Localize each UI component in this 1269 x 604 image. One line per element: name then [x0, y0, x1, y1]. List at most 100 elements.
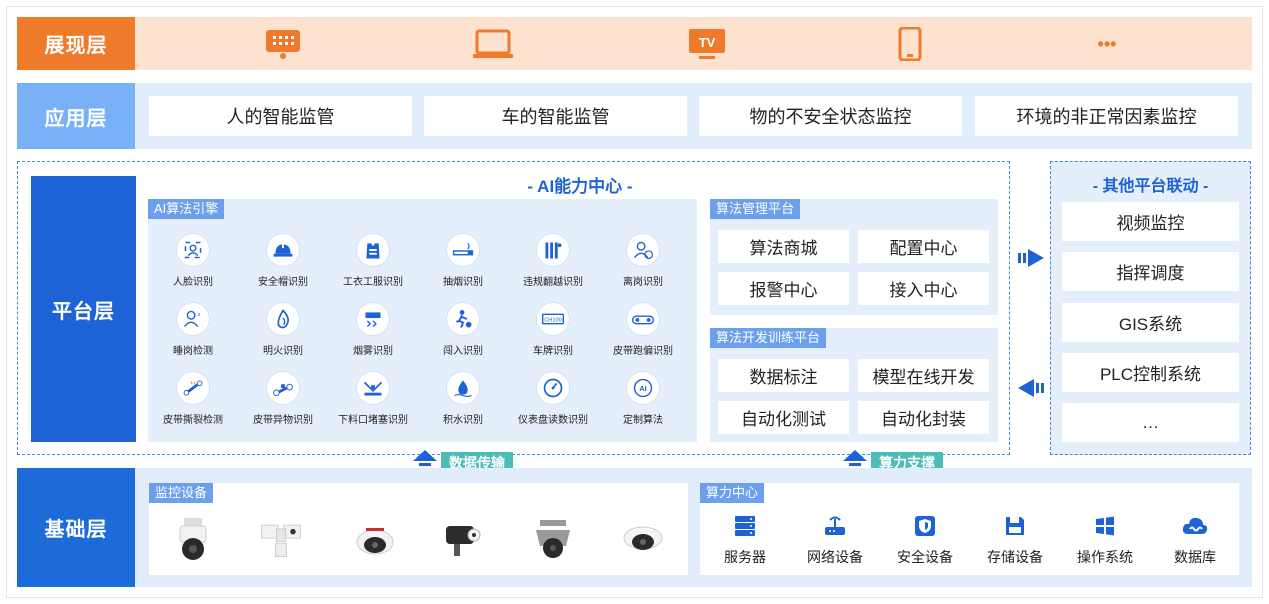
algorithm-item: 闯入识别	[418, 302, 508, 357]
algorithm-management-panel: 算法管理平台 算法商城 配置中心 报警中心 接入中心	[710, 199, 998, 315]
train-item-online-dev: 模型在线开发	[858, 359, 989, 392]
custom-algorithm-icon: AI	[626, 371, 660, 405]
compute-center-panel: 算力中心	[700, 483, 1239, 575]
compute-item-server: 服务器	[710, 514, 780, 567]
app-item-objects: 物的不安全状态监控	[699, 96, 962, 136]
train-item-annotation: 数据标注	[718, 359, 849, 392]
application-layer-label: 应用层	[17, 83, 135, 149]
mgmt-item-config: 配置中心	[858, 230, 989, 263]
compute-item-storage: 存储设备	[980, 514, 1050, 567]
compute-label: 存储设备	[987, 549, 1043, 565]
app-item-vehicle: 车的智能监管	[424, 96, 687, 136]
tv-label: TV	[699, 35, 716, 50]
algorithm-item: 明火识别	[238, 302, 328, 357]
other-item-command: 指挥调度	[1062, 252, 1239, 291]
algorithm-item: 皮带跑偏识别	[598, 302, 688, 357]
fire-icon	[266, 302, 300, 336]
algorithm-label: 安全帽识别	[258, 277, 308, 288]
algorithm-label: 闯入识别	[443, 346, 483, 357]
water-accumulation-icon	[446, 371, 480, 405]
algorithm-engine-tag: AI算法引擎	[148, 199, 225, 219]
dome-camera	[356, 528, 394, 555]
algorithm-item: 烟雾识别	[328, 302, 418, 357]
algorithm-item: 违规翻越识别	[508, 233, 598, 288]
server-icon	[735, 516, 755, 536]
algorithm-label: 皮带撕裂检测	[163, 415, 223, 426]
arrow-left-icon	[1018, 379, 1044, 397]
storage-icon	[1006, 517, 1024, 535]
other-item-more: …	[1062, 403, 1239, 442]
algorithm-item: 工衣工服识别	[328, 233, 418, 288]
smoking-icon	[446, 233, 480, 267]
other-platforms-title: - 其他平台联动 -	[1092, 178, 1209, 195]
belt-tear-icon	[176, 371, 210, 405]
ptz-dome-camera	[179, 518, 207, 560]
management-tag: 算法管理平台	[710, 199, 801, 219]
platform-layer-label: 平台层	[31, 176, 136, 442]
train-item-auto-test: 自动化测试	[718, 401, 849, 434]
app-item-environment: 环境的非正常因素监控	[975, 96, 1238, 136]
compute-label: 数据库	[1174, 549, 1216, 565]
presentation-layer-label: 展现层	[17, 17, 135, 70]
other-item-gis: GIS系统	[1062, 303, 1239, 342]
sleeping-icon: z	[176, 302, 210, 336]
compute-item-network: 网络设备	[800, 514, 870, 567]
work-uniform-icon	[356, 233, 390, 267]
compute-item-os: 操作系统	[1070, 514, 1140, 567]
compute-label: 服务器	[724, 549, 766, 565]
train-item-auto-package: 自动化封装	[858, 401, 989, 434]
algorithm-item: 仪表盘读数识别	[508, 371, 598, 426]
gauge-reading-icon	[536, 371, 570, 405]
chute-blockage-icon	[356, 371, 390, 405]
application-band: 人的智能监管 车的智能监管 物的不安全状态监控 环境的非正常因素监控	[135, 83, 1252, 149]
algorithm-label: 违规翻越识别	[523, 277, 583, 288]
tv-icon: TV	[687, 27, 727, 61]
belt-foreign-object-icon	[266, 371, 300, 405]
svg-text:AI: AI	[639, 384, 647, 393]
algorithm-label: 明火识别	[263, 346, 303, 357]
algorithm-item: AI 定制算法	[598, 371, 688, 426]
algorithm-label: 定制算法	[623, 415, 663, 426]
large-screen-icon	[263, 27, 303, 61]
compute-label: 网络设备	[807, 549, 863, 565]
algorithm-label: 车牌识别	[533, 346, 573, 357]
algorithm-label: 抽烟识别	[443, 277, 483, 288]
app-item-people: 人的智能监管	[149, 96, 412, 136]
mgmt-item-access: 接入中心	[858, 272, 989, 305]
compute-tag: 算力中心	[700, 483, 765, 503]
algorithm-label: 工衣工服识别	[343, 277, 403, 288]
windows-icon	[1096, 516, 1114, 536]
explosion-proof-camera	[536, 520, 570, 558]
face-recognition-icon	[176, 233, 210, 267]
phone-icon	[890, 27, 930, 61]
algorithm-item: 人脸识别	[148, 233, 238, 288]
mini-dome-camera	[623, 526, 663, 550]
algorithm-item: 下料口堵塞识别	[328, 371, 418, 426]
climbing-icon	[536, 233, 570, 267]
algorithm-label: 人脸识别	[173, 277, 213, 288]
algorithm-label: 离岗识别	[623, 277, 663, 288]
training-platform-panel: 算法开发训练平台 数据标注 模型在线开发 自动化测试 自动化封装	[710, 328, 998, 442]
algorithm-label: 睡岗检测	[173, 346, 213, 357]
algorithm-label: 下料口堵塞识别	[338, 415, 408, 426]
more-icon: •••	[1097, 33, 1117, 54]
algorithm-item: 皮带撕裂检测	[148, 371, 238, 426]
intrusion-icon	[446, 302, 480, 336]
compute-item-database: 数据库	[1160, 514, 1230, 567]
arrow-right-icon	[1018, 249, 1044, 267]
compute-label: 操作系统	[1077, 549, 1133, 565]
presentation-band: TV •••	[135, 17, 1252, 70]
monitor-tag: 监控设备	[149, 483, 214, 503]
algorithm-label: 皮带跑偏识别	[613, 346, 673, 357]
compute-item-security: 安全设备	[890, 514, 960, 567]
monitoring-devices-panel: 监控设备	[149, 483, 688, 575]
algorithm-label: 皮带异物识别	[253, 415, 313, 426]
algorithm-item: z 睡岗检测	[148, 302, 238, 357]
training-tag: 算法开发训练平台	[710, 328, 827, 348]
router-icon	[825, 516, 845, 535]
license-plate-icon: CH100	[536, 302, 570, 336]
compute-label: 安全设备	[897, 549, 953, 565]
algorithm-item: CH100 车牌识别	[508, 302, 598, 357]
algorithm-item: 积水识别	[418, 371, 508, 426]
mgmt-item-store: 算法商城	[718, 230, 849, 263]
